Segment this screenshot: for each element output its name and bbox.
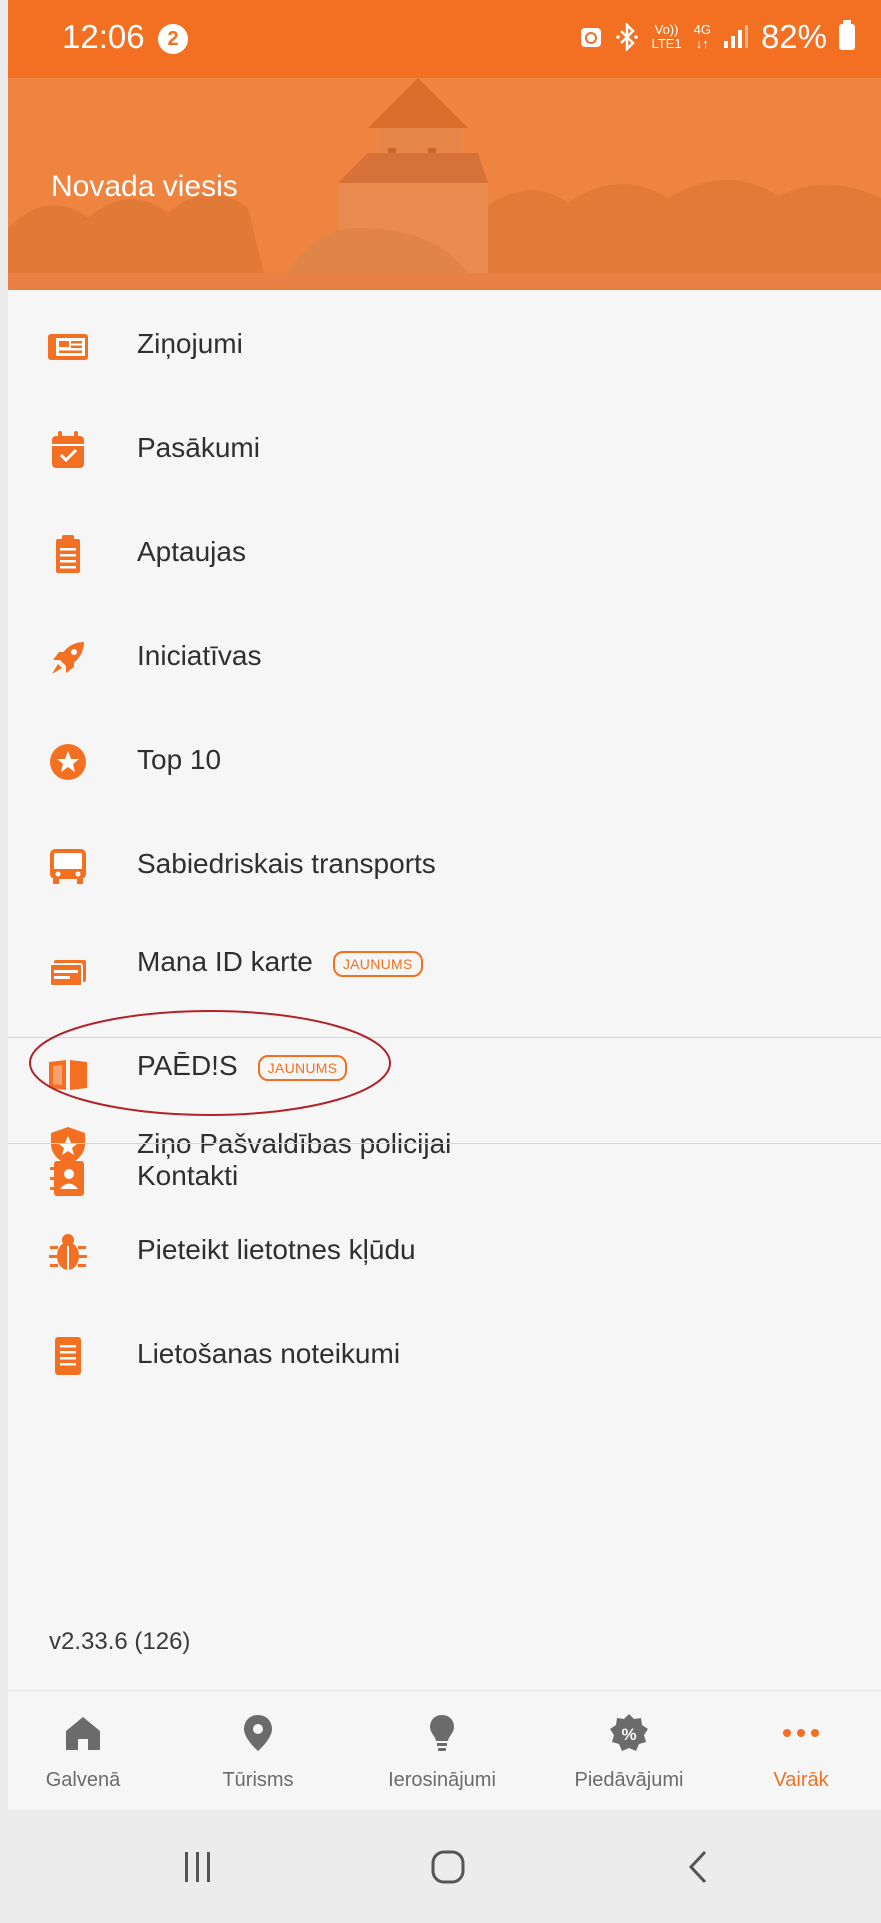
back-button[interactable] bbox=[658, 1810, 738, 1923]
menu-item-label: Ziņo Pašvaldības policijai bbox=[137, 1128, 452, 1159]
menu-divider bbox=[8, 1143, 881, 1144]
status-bar: 12:06 2 Vo)) LTE1 4G ↓↑ 82% bbox=[8, 0, 881, 78]
status-icons: Vo)) LTE1 4G ↓↑ 82% bbox=[579, 18, 855, 56]
menu-item-label: Aptaujas bbox=[137, 536, 246, 567]
network-type-indicator: 4G ↓↑ bbox=[693, 22, 711, 51]
menu-item-label: Mana ID karte bbox=[137, 946, 313, 977]
tab-ierosinajumi[interactable]: Ierosinājumi bbox=[367, 1691, 517, 1811]
system-navigation-bar bbox=[8, 1810, 881, 1923]
menu-item-label: Pieteikt lietotnes kļūdu bbox=[137, 1234, 416, 1265]
bottom-navigation: Galvenā Tūrisms Ierosinājumi % Piedāvāju… bbox=[8, 1690, 881, 1811]
battery-percent: 82% bbox=[760, 18, 827, 55]
map-pin-icon bbox=[244, 1715, 272, 1751]
annotation-circle bbox=[29, 1010, 391, 1116]
tab-galvena[interactable]: Galvenā bbox=[8, 1691, 158, 1811]
signal-strength-icon bbox=[723, 25, 748, 48]
police-shield-icon bbox=[51, 1127, 85, 1165]
id-card-icon bbox=[49, 960, 86, 987]
tab-piedavajumi[interactable]: % Piedāvājumi bbox=[554, 1691, 704, 1811]
status-time: 12:06 bbox=[62, 18, 145, 55]
battery-icon bbox=[839, 20, 855, 50]
menu-item-label: Sabiedriskais transports bbox=[137, 848, 436, 879]
tab-vairak[interactable]: Vairāk bbox=[726, 1691, 876, 1811]
bug-icon bbox=[49, 1234, 87, 1270]
header-banner: Novada viesis bbox=[8, 78, 881, 290]
new-badge: JAUNUMS bbox=[332, 950, 423, 977]
app-screen: 12:06 2 Vo)) LTE1 4G ↓↑ 82% Novada viesi… bbox=[8, 0, 881, 1923]
bluetooth-icon bbox=[616, 23, 639, 51]
menu-item-mana-id-karte[interactable]: Mana ID karte JAUNUMS bbox=[8, 914, 881, 1018]
home-circle-icon bbox=[431, 1850, 465, 1883]
lightbulb-icon bbox=[430, 1715, 454, 1751]
rocket-icon bbox=[52, 642, 84, 674]
menu-item-top-10[interactable]: Top 10 bbox=[8, 706, 881, 810]
recycle-notification-icon bbox=[581, 28, 602, 47]
tab-turisms[interactable]: Tūrisms bbox=[183, 1691, 333, 1811]
newspaper-icon bbox=[48, 334, 88, 360]
recent-apps-button[interactable] bbox=[158, 1810, 238, 1923]
notification-count-badge: 2 bbox=[158, 24, 188, 54]
menu-item-label: Iniciatīvas bbox=[137, 640, 262, 671]
menu-item-label: Lietošanas noteikumi bbox=[137, 1338, 401, 1369]
menu-item-sabiedriskais-transports[interactable]: Sabiedriskais transports bbox=[8, 810, 881, 914]
menu-item-label: Top 10 bbox=[137, 744, 222, 775]
page-title: Novada viesis bbox=[51, 170, 238, 203]
discount-badge-icon: % bbox=[610, 1714, 648, 1751]
menu-item-aptaujas[interactable]: Aptaujas bbox=[8, 498, 881, 602]
menu-item-zinojumi[interactable]: Ziņojumi bbox=[8, 290, 881, 394]
app-version: v2.33.6 (126) bbox=[49, 1628, 191, 1655]
home-system-button[interactable] bbox=[408, 1810, 488, 1923]
volte-indicator: Vo)) LTE1 bbox=[651, 22, 682, 51]
clipboard-icon bbox=[56, 535, 80, 573]
svg-text:%: % bbox=[621, 1725, 636, 1744]
menu-item-label: Pasākumi bbox=[137, 432, 260, 463]
home-icon bbox=[66, 1717, 100, 1750]
menu-item-lietosanas-noteikumi[interactable]: Lietošanas noteikumi bbox=[8, 1300, 881, 1404]
menu-item-iniciativas[interactable]: Iniciatīvas bbox=[8, 602, 881, 706]
menu-item-pieteikt-kludu[interactable]: Pieteikt lietotnes kļūdu bbox=[8, 1196, 881, 1300]
back-chevron-icon bbox=[688, 1850, 707, 1883]
menu-item-label: Ziņojumi bbox=[137, 328, 243, 359]
menu-item-pasakumi[interactable]: Pasākumi bbox=[8, 394, 881, 498]
calendar-check-icon bbox=[52, 431, 84, 468]
star-circle-icon bbox=[50, 744, 86, 780]
bus-icon bbox=[50, 849, 86, 884]
document-icon bbox=[55, 1337, 81, 1375]
recent-apps-icon bbox=[185, 1851, 210, 1882]
more-dots-icon bbox=[783, 1729, 819, 1737]
